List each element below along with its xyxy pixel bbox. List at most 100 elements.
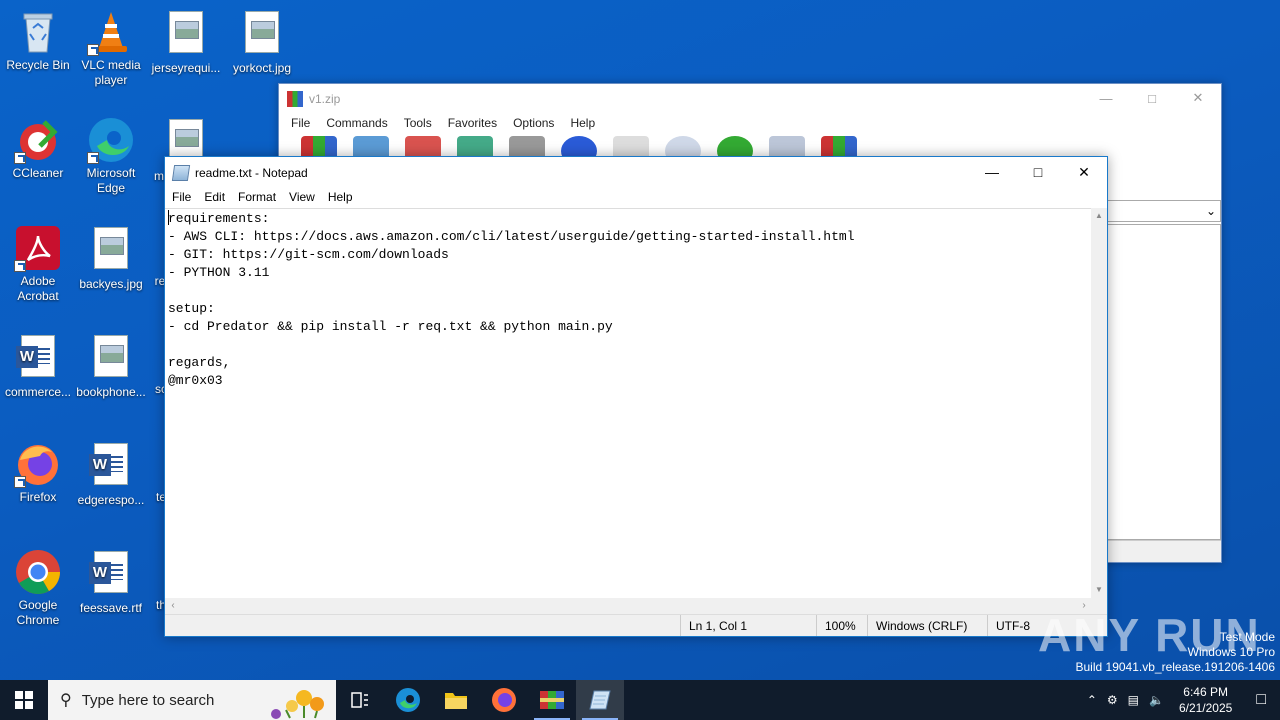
shortcut-arrow-icon <box>87 152 99 164</box>
minimize-icon[interactable]: — <box>969 157 1015 187</box>
winrar-status-bar <box>1107 540 1221 562</box>
desktop-icon-chrome[interactable]: Google Chrome <box>0 548 76 628</box>
menu-format[interactable]: Format <box>231 188 282 208</box>
desktop-icon-label: Firefox <box>19 490 57 504</box>
menu-favorites[interactable]: Favorites <box>440 114 505 134</box>
vertical-scrollbar[interactable]: ▲ ▼ <box>1091 208 1107 598</box>
desktop-icon-label: commerce... <box>4 385 71 399</box>
desktop-icon-ccleaner[interactable]: CCleaner <box>0 116 76 181</box>
image-file-icon <box>238 11 286 59</box>
zoom-level: 100% <box>816 615 867 636</box>
taskbar-winrar[interactable] <box>528 680 576 720</box>
desktop-icon-backyes[interactable]: backyes.jpg <box>73 224 149 292</box>
vlc-cone-icon <box>87 8 135 56</box>
shortcut-arrow-icon <box>87 44 99 56</box>
system-tray: ⌃ ⚙ ▤ 🔈 6:46 PM 6/21/2025 □ <box>1082 684 1280 716</box>
device-icon[interactable]: ⚙ <box>1102 693 1123 707</box>
clock-time: 6:46 PM <box>1183 685 1228 699</box>
volume-icon[interactable]: 🔈 <box>1144 693 1169 707</box>
menu-tools[interactable]: Tools <box>396 114 440 134</box>
desktop-icon-commerce[interactable]: W commerce... <box>0 332 76 400</box>
desktop-icon-acrobat[interactable]: Adobe Acrobat <box>0 224 76 304</box>
menu-options[interactable]: Options <box>505 114 562 134</box>
desktop-icon-jerseyrequi[interactable]: jerseyrequi... <box>148 8 224 76</box>
network-icon[interactable]: ▤ <box>1123 693 1144 707</box>
desktop-icon-firefox[interactable]: Firefox <box>0 440 76 505</box>
desktop-icon-vlc[interactable]: VLC media player <box>73 8 149 88</box>
taskbar-edge[interactable] <box>384 680 432 720</box>
menu-view[interactable]: View <box>282 188 321 208</box>
acrobat-icon <box>14 224 62 272</box>
text-editor-area[interactable]: requirements: - AWS CLI: https://docs.aw… <box>165 208 1092 598</box>
path-dropdown[interactable]: ⌄ <box>1107 200 1221 222</box>
desktop-icon-label: edgerespo... <box>77 493 145 507</box>
maximize-icon[interactable]: □ <box>1129 84 1175 112</box>
word-document-icon: W <box>87 443 135 491</box>
line-ending: Windows (CRLF) <box>867 615 987 636</box>
taskbar-notepad[interactable] <box>576 680 624 720</box>
start-button[interactable] <box>0 680 48 720</box>
notification-icon[interactable]: □ <box>1242 691 1280 709</box>
image-file-icon <box>162 11 210 59</box>
taskbar-file-explorer[interactable] <box>432 680 480 720</box>
desktop-icon-label: feessave.rtf <box>79 601 143 615</box>
notepad-title: readme.txt - Notepad <box>195 165 308 180</box>
system-info: Test Mode Windows 10 Pro Build 19041.vb_… <box>1076 630 1276 675</box>
shortcut-arrow-icon <box>14 152 26 164</box>
file-list-pane[interactable] <box>1107 224 1221 540</box>
menu-commands[interactable]: Commands <box>318 114 395 134</box>
desktop-icon-edgerespo[interactable]: W edgerespo... <box>73 440 149 508</box>
taskbar-firefox[interactable] <box>480 680 528 720</box>
notepad-menu-bar: File Edit Format View Help <box>165 188 1107 208</box>
menu-edit[interactable]: Edit <box>197 188 231 208</box>
folder-icon <box>445 693 467 709</box>
taskbar-search-box[interactable]: ⚲ Type here to search <box>48 680 336 720</box>
scroll-left-icon[interactable]: ‹ <box>165 598 181 614</box>
winrar-app-icon <box>287 91 303 107</box>
maximize-icon[interactable]: □ <box>1015 157 1061 187</box>
menu-help[interactable]: Help <box>562 114 603 134</box>
clock[interactable]: 6:46 PM 6/21/2025 <box>1169 684 1242 716</box>
task-view-icon <box>351 692 368 708</box>
scroll-up-icon[interactable]: ▲ <box>1091 208 1107 224</box>
image-file-icon <box>87 335 135 383</box>
chrome-icon <box>14 548 62 596</box>
winrar-menu-bar: File Commands Tools Favorites Options He… <box>279 114 1221 134</box>
scroll-down-icon[interactable]: ▼ <box>1091 582 1107 598</box>
desktop-icon-label: Google Chrome <box>16 598 60 627</box>
search-highlight-flowers-icon <box>271 690 324 719</box>
edge-icon <box>396 688 420 712</box>
desktop-icon-recycle-bin[interactable]: Recycle Bin <box>0 8 76 73</box>
menu-file[interactable]: File <box>283 114 318 134</box>
desktop-icon-label: Microsoft Edge <box>86 166 136 195</box>
shortcut-arrow-icon <box>14 476 26 488</box>
desktop-icon-label: backyes.jpg <box>79 277 143 291</box>
build-label: Build 19041.vb_release.191206-1406 <box>1075 660 1276 674</box>
menu-help[interactable]: Help <box>321 188 359 208</box>
desktop-icon-label: VLC media player <box>81 58 141 87</box>
search-placeholder: Type here to search <box>81 691 215 709</box>
notepad-window[interactable]: readme.txt - Notepad — □ ✕ File Edit For… <box>164 156 1108 637</box>
desktop-icon-label: jerseyrequi... <box>151 61 221 75</box>
word-document-icon: W <box>87 551 135 599</box>
winrar-title-bar[interactable]: v1.zip <box>279 84 1221 114</box>
minimize-icon[interactable]: — <box>1083 84 1129 112</box>
horizontal-scrollbar[interactable]: ‹ › <box>165 598 1092 614</box>
chevron-up-icon[interactable]: ⌃ <box>1082 693 1102 707</box>
desktop-icon-yorkoct[interactable]: yorkoct.jpg <box>224 8 300 76</box>
close-icon[interactable]: ✕ <box>1175 84 1221 112</box>
desktop-icon-edge[interactable]: Microsoft Edge <box>73 116 149 196</box>
document-text: requirements: - AWS CLI: https://docs.aw… <box>168 211 855 388</box>
word-document-icon: W <box>14 335 62 383</box>
test-mode-label: Test Mode <box>1219 630 1275 644</box>
menu-file[interactable]: File <box>165 188 197 208</box>
firefox-icon <box>14 440 62 488</box>
task-view-button[interactable] <box>336 680 384 720</box>
close-icon[interactable]: ✕ <box>1061 157 1107 187</box>
desktop-icon-label: yorkoct.jpg <box>232 61 292 75</box>
desktop-icon-bookphone[interactable]: bookphone... <box>73 332 149 400</box>
desktop-icon-feessave[interactable]: W feessave.rtf <box>73 548 149 616</box>
notepad-title-bar[interactable]: readme.txt - Notepad <box>165 157 1107 188</box>
desktop-icon-label: Recycle Bin <box>6 58 70 72</box>
notepad-status-bar: Ln 1, Col 1 100% Windows (CRLF) UTF-8 <box>165 614 1107 636</box>
